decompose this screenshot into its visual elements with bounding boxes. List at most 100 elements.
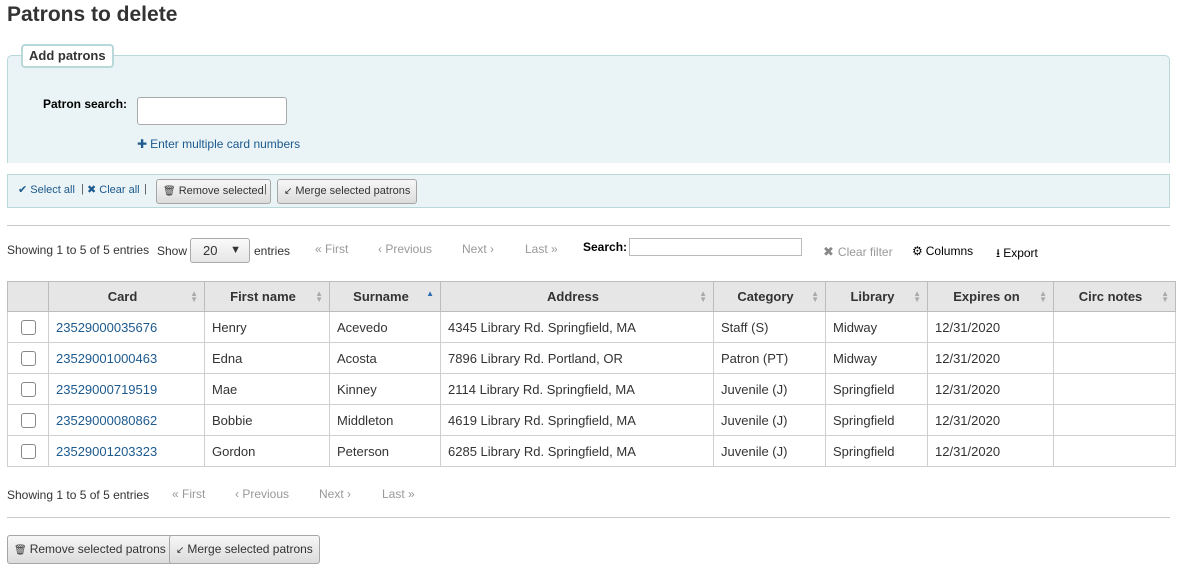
row-select-cell [7,435,49,467]
row-checkbox[interactable] [20,444,36,460]
pagination-next[interactable]: Next › [462,242,494,256]
double-right-chevron-icon: » [551,242,558,256]
pagination-previous[interactable]: ‹ Previous [378,242,432,256]
table-info: Showing 1 to 5 of 5 entries [7,243,150,257]
table-row: 23529000719519 Mae Kinney 2114 Library R… [7,373,1176,405]
patron-search-label: Patron search: [43,97,128,111]
address-cell: 4619 Library Rd. Springfield, MA [440,404,714,436]
first-name-cell: Henry [204,311,330,343]
expires-cell: 12/31/2020 [927,435,1054,467]
clear-all-link[interactable]: ✖ Clear all [87,183,140,196]
divider [7,517,1170,518]
footer-pagination-next[interactable]: Next › [319,487,351,501]
card-number-link[interactable]: 23529000035676 [56,320,157,335]
enter-multiple-card-numbers-link[interactable]: ✚ Enter multiple card numbers [137,137,300,151]
address-cell: 4345 Library Rd. Springfield, MA [440,311,714,343]
card-number-link[interactable]: 23529000719519 [56,382,157,397]
table-search-input[interactable] [629,238,802,256]
expires-cell: 12/31/2020 [927,342,1054,374]
header-expires-on[interactable]: Expires on ▲ ▼ [927,281,1054,312]
circ-notes-cell [1053,373,1176,405]
card-cell: 23529000719519 [48,373,205,405]
x-icon: ✖ [87,184,97,196]
table-row: 23529001000463 Edna Acosta 7896 Library … [7,342,1176,374]
merge-selected-button[interactable]: ↙ Merge selected patrons [277,179,418,204]
category-cell: Juvenile (J) [713,435,826,467]
x-icon: ✖ [823,244,834,259]
footer-pagination-first[interactable]: « First [172,487,205,501]
card-cell: 23529001203323 [48,435,205,467]
footer-pagination-first-label: First [182,487,206,501]
header-surname-label: Surname [353,289,409,304]
first-name-cell: Gordon [204,435,330,467]
toolbar-separator: | [81,183,84,195]
header-select [7,281,49,312]
trash-icon: 🗑 [163,186,176,197]
page-length-select[interactable]: 20 ▼ [190,238,250,263]
double-left-chevron-icon: « [315,242,322,256]
clear-filter-button[interactable]: ✖ Clear filter [823,244,893,260]
category-cell: Juvenile (J) [713,373,826,405]
footer-pagination-last[interactable]: Last » [382,487,415,501]
first-name-cell: Edna [204,342,330,374]
first-name-cell: Bobbie [204,404,330,436]
category-cell: Juvenile (J) [713,404,826,436]
select-all-label: Select all [30,184,75,196]
header-category-label: Category [737,289,794,304]
header-category[interactable]: Category ▲ ▼ [713,281,826,312]
row-checkbox[interactable] [20,382,36,398]
sort-icon: ▲ ▼ [699,289,707,304]
header-expires-on-label: Expires on [953,289,1020,304]
divider [7,225,1170,226]
footer-pagination-previous[interactable]: ‹ Previous [235,487,289,501]
header-circ-notes[interactable]: Circ notes ▲ ▼ [1053,281,1176,312]
select-all-link[interactable]: ✔ Select all [18,183,75,196]
pagination-last-label: Last [525,242,548,256]
table-row: 23529000080862 Bobbie Middleton 4619 Lib… [7,404,1176,436]
header-card[interactable]: Card ▲ ▼ [48,281,205,312]
patron-search-input[interactable] [137,97,287,125]
surname-cell: Middleton [329,404,441,436]
footer-pagination-last-label: Last [382,487,405,501]
columns-label: Columns [925,244,974,258]
export-button[interactable]: ⭳ Export [996,244,1038,265]
row-checkbox[interactable] [20,320,36,336]
clear-filter-label: Clear filter [837,245,893,259]
expires-cell: 12/31/2020 [927,404,1054,436]
row-select-cell [7,311,49,343]
card-number-link[interactable]: 23529001203323 [56,444,157,459]
header-address-label: Address [546,289,600,304]
footer-pagination-next-label: Next [319,487,344,501]
card-number-link[interactable]: 23529001000463 [56,351,157,366]
header-first-name[interactable]: First name ▲ ▼ [204,281,330,312]
double-left-chevron-icon: « [172,487,179,501]
sort-icon: ▲ ▼ [190,289,198,304]
right-chevron-icon: › [347,487,352,501]
card-number-link[interactable]: 23529000080862 [56,413,157,428]
card-cell: 23529000080862 [48,404,205,436]
merge-selected-patrons-button[interactable]: ↙ Merge selected patrons [169,535,320,564]
remove-selected-button[interactable]: 🗑 Remove selected [156,179,271,204]
library-cell: Springfield [825,404,928,436]
row-checkbox[interactable] [20,351,36,367]
header-surname[interactable]: Surname ▲ [329,281,441,312]
right-chevron-icon: › [490,242,495,256]
address-cell: 7896 Library Rd. Portland, OR [440,342,714,374]
enter-multiple-card-numbers-label: Enter multiple card numbers [150,137,301,151]
pagination-last[interactable]: Last » [525,242,558,256]
header-library[interactable]: Library ▲ ▼ [825,281,928,312]
library-cell: Springfield [825,373,928,405]
export-label: Export [1003,246,1038,260]
check-icon: ✔ [18,184,28,196]
remove-selected-patrons-button[interactable]: 🗑 Remove selected patrons [7,535,173,564]
header-first-name-label: First name [230,289,296,304]
pagination-first-label: First [325,242,349,256]
library-cell: Midway [825,311,928,343]
header-address[interactable]: Address ▲ ▼ [440,281,714,312]
row-checkbox[interactable] [20,413,36,429]
page-title: Patrons to delete [7,3,178,26]
header-library-label: Library [850,289,895,304]
pagination-first[interactable]: « First [315,242,348,256]
columns-button[interactable]: ⚙ Columns [912,244,973,258]
patrons-table: Card ▲ ▼ First name ▲ ▼ Surname ▲ Address ▲ ▼ C… [7,281,1176,467]
